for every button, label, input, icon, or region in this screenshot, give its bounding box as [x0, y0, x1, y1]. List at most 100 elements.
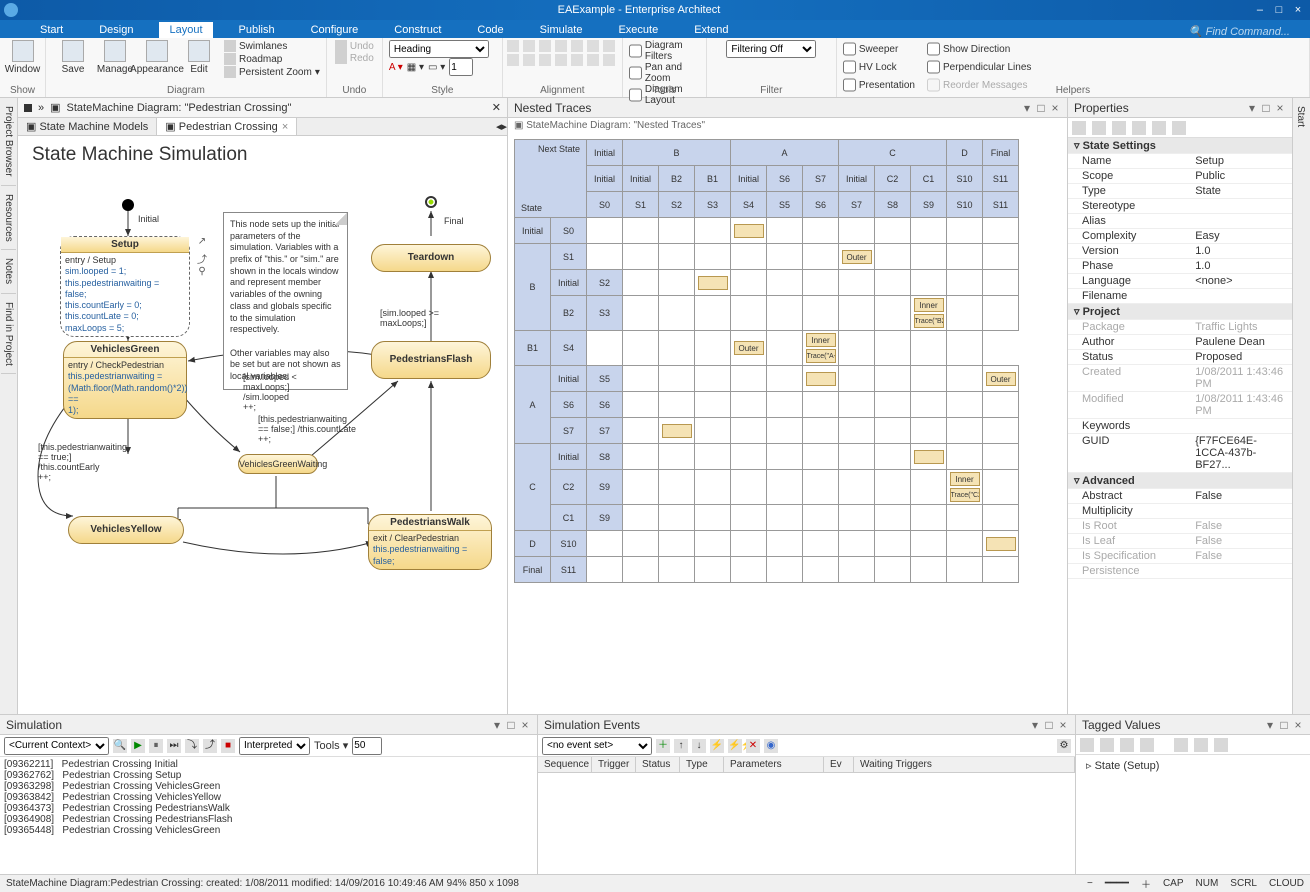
- undo-button[interactable]: Undo: [335, 40, 374, 52]
- link-icon[interactable]: ⤴: [196, 251, 208, 263]
- minimize-button[interactable]: –: [1252, 4, 1268, 16]
- redo-button[interactable]: Redo: [335, 52, 374, 64]
- state-setup[interactable]: Setup entry / Setup sim.looped = 1; this…: [60, 236, 190, 337]
- find-command[interactable]: 🔍 Find Command...: [1189, 25, 1290, 38]
- align-icon[interactable]: [587, 54, 599, 66]
- save-button[interactable]: Save: [52, 40, 94, 75]
- refresh-icon[interactable]: [1120, 738, 1134, 752]
- align-icon[interactable]: [571, 54, 583, 66]
- link-icon[interactable]: [1194, 738, 1208, 752]
- align-icon[interactable]: [603, 40, 615, 52]
- del-icon[interactable]: ✕: [746, 739, 760, 753]
- up-icon[interactable]: ↑: [674, 739, 688, 753]
- link-icon[interactable]: [1172, 121, 1186, 135]
- cat-icon[interactable]: [1072, 121, 1086, 135]
- font-color[interactable]: A ▾: [389, 58, 403, 76]
- pin-icon[interactable]: ▾: [1246, 101, 1258, 115]
- align-icon[interactable]: [587, 40, 599, 52]
- state-yellow[interactable]: VehiclesYellow: [68, 516, 184, 544]
- tools-dropdown[interactable]: Tools ▾: [314, 739, 348, 752]
- info-icon[interactable]: [1214, 738, 1228, 752]
- search-icon[interactable]: 🔍: [113, 739, 127, 753]
- sort-icon[interactable]: [1092, 121, 1106, 135]
- pin-icon[interactable]: ▾: [1021, 101, 1033, 115]
- state-teardown[interactable]: Teardown: [371, 244, 491, 272]
- max-icon[interactable]: □: [1278, 718, 1290, 732]
- align-icon[interactable]: [571, 40, 583, 52]
- new-icon[interactable]: [1132, 121, 1146, 135]
- move-icon[interactable]: ↗: [196, 236, 208, 248]
- align-icon[interactable]: [523, 40, 535, 52]
- align-icon[interactable]: [539, 54, 551, 66]
- tab-scroll-right[interactable]: ▸: [501, 120, 507, 133]
- diagram-filters-check[interactable]: Diagram Filters: [629, 40, 700, 62]
- del-icon[interactable]: [1140, 738, 1154, 752]
- filter-select[interactable]: Filtering Off: [726, 40, 816, 58]
- window-button[interactable]: Window: [2, 40, 44, 75]
- close-button[interactable]: ×: [1290, 4, 1306, 16]
- close-icon[interactable]: ×: [1049, 101, 1061, 115]
- close-icon[interactable]: ×: [1057, 718, 1069, 732]
- fire-icon[interactable]: ⚡: [710, 739, 724, 753]
- tab-simulate[interactable]: Simulate: [530, 22, 593, 38]
- edit-button[interactable]: Edit: [178, 40, 220, 75]
- stepout-icon[interactable]: ⤴: [203, 739, 217, 753]
- zoom-in[interactable]: ＋: [1141, 876, 1151, 891]
- max-icon[interactable]: □: [1035, 101, 1047, 115]
- events-body[interactable]: [538, 773, 1075, 874]
- zoom-slider[interactable]: ━━━━: [1105, 878, 1129, 889]
- zoom-out[interactable]: −: [1087, 878, 1093, 889]
- start-tab[interactable]: Start: [1293, 98, 1308, 135]
- align-icon[interactable]: [523, 54, 535, 66]
- add-icon[interactable]: ＋: [656, 739, 670, 753]
- step-icon[interactable]: ⏭: [167, 739, 181, 753]
- perp-check[interactable]: Perpendicular Lines: [927, 58, 1031, 76]
- path-close[interactable]: ✕: [492, 101, 501, 114]
- diagram-canvas[interactable]: State Machine Simulation: [18, 136, 507, 714]
- final-node[interactable]: [425, 196, 437, 208]
- cat-icon[interactable]: [1080, 738, 1094, 752]
- state-green[interactable]: VehiclesGreen entry / CheckPedestrianthi…: [63, 341, 187, 419]
- tab-layout[interactable]: Layout: [159, 22, 212, 38]
- eventset-select[interactable]: <no event set>: [542, 737, 652, 755]
- tab-models[interactable]: ▣ State Machine Models: [18, 118, 157, 135]
- state-pedwalk[interactable]: PedestriansWalk exit / ClearPedestrianth…: [368, 514, 492, 570]
- max-icon[interactable]: □: [1043, 718, 1055, 732]
- roadmap-button[interactable]: Roadmap: [224, 53, 320, 65]
- tab-publish[interactable]: Publish: [229, 22, 285, 38]
- tab-execute[interactable]: Execute: [608, 22, 668, 38]
- align-icon[interactable]: [603, 54, 615, 66]
- project-browser-tab[interactable]: Project Browser: [1, 98, 16, 186]
- align-icon[interactable]: [539, 40, 551, 52]
- find-tab[interactable]: Find in Project: [1, 294, 16, 375]
- stop-icon[interactable]: ■: [221, 739, 235, 753]
- state-greenwait[interactable]: VehiclesGreenWaiting: [238, 454, 318, 474]
- pin-icon[interactable]: ▾: [1264, 718, 1276, 732]
- align-icon[interactable]: [507, 40, 519, 52]
- max-icon[interactable]: □: [505, 718, 517, 732]
- interp-select[interactable]: Interpreted: [239, 737, 310, 755]
- pan-zoom-check[interactable]: Pan and Zoom: [629, 62, 700, 84]
- pin-icon[interactable]: ▾: [491, 718, 503, 732]
- state-pedflash[interactable]: PedestriansFlash: [371, 341, 491, 379]
- tab-code[interactable]: Code: [467, 22, 513, 38]
- align-icon[interactable]: [555, 40, 567, 52]
- tab-extend[interactable]: Extend: [684, 22, 738, 38]
- props-table[interactable]: ▿ State Settings NameSetup ScopePublic T…: [1068, 138, 1292, 714]
- resources-tab[interactable]: Resources: [1, 186, 16, 251]
- tab-close-icon[interactable]: ×: [282, 121, 288, 133]
- context-select[interactable]: <Current Context>: [4, 737, 109, 755]
- home-icon[interactable]: [24, 104, 32, 112]
- pause-icon[interactable]: ⏸: [149, 739, 163, 753]
- zoom-button[interactable]: Persistent Zoom ▾: [224, 66, 320, 78]
- sim-log[interactable]: [09362211] Pedestrian Crossing Initial […: [0, 757, 537, 874]
- close-icon[interactable]: ×: [519, 718, 531, 732]
- close-icon[interactable]: ×: [1274, 101, 1286, 115]
- pin-icon[interactable]: ▾: [1029, 718, 1041, 732]
- tab-configure[interactable]: Configure: [301, 22, 369, 38]
- swimlanes-button[interactable]: Swimlanes: [224, 40, 320, 52]
- heading-select[interactable]: Heading: [389, 40, 489, 58]
- tab-start[interactable]: Start: [30, 22, 73, 38]
- initial-node[interactable]: [122, 199, 134, 211]
- star-icon[interactable]: [1112, 121, 1126, 135]
